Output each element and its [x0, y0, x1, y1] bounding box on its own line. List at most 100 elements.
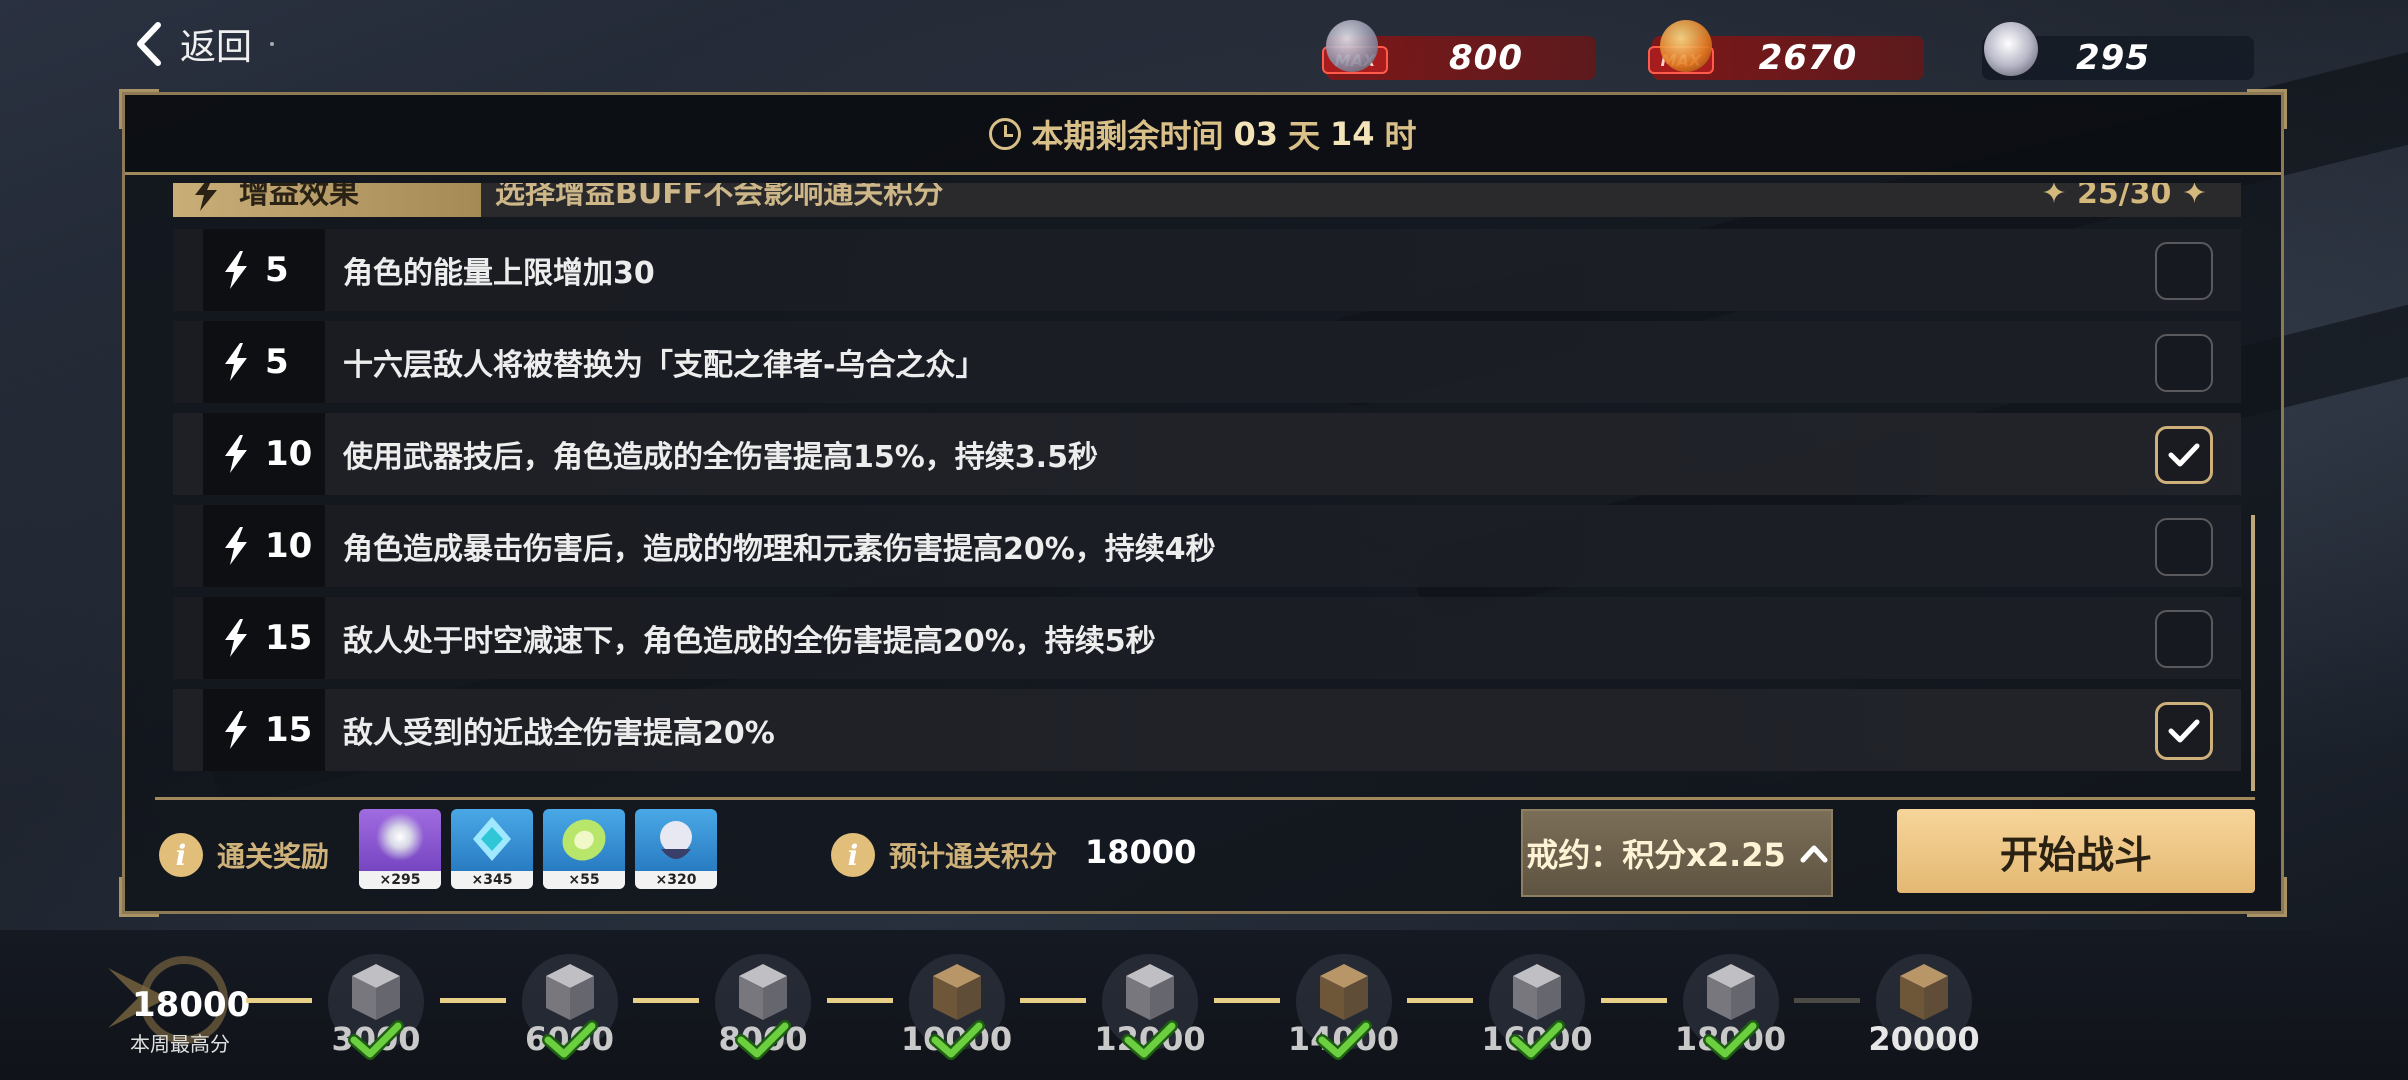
start-battle-button[interactable]: 开始战斗 [1897, 809, 2255, 893]
best-score-value: 18000 [132, 985, 251, 1025]
buff-cost-value: 15 [265, 710, 313, 750]
milestone-reward[interactable]: 10000 [901, 954, 1012, 1060]
chest-icon [1319, 964, 1368, 1020]
buff-row[interactable]: 15 敌人受到的近战全伤害提高20% [173, 689, 2241, 771]
chest-icon [1126, 964, 1174, 1020]
reward-quantity: ×295 [359, 871, 441, 889]
milestone-reward[interactable]: 20000 [1868, 954, 1980, 1058]
buff-row[interactable]: 15 敌人处于时空减速下，角色造成的全伤害提高20%，持续5秒 [173, 597, 2241, 679]
contract-button[interactable]: 戒约：积分x2.25 [1521, 809, 1833, 897]
back-button[interactable]: 返回 [132, 18, 275, 70]
milestone-reward[interactable]: 14000 [1288, 954, 1399, 1060]
currency-value: 2670 [1758, 38, 1858, 78]
buff-section-header: 增益效果 选择增益BUFF不会影响通关积分 ✦ 25/30 ✦ [173, 183, 2241, 217]
green-coin-icon [543, 809, 625, 871]
clock-icon [989, 117, 1022, 150]
blue-crystal-icon [451, 809, 533, 871]
chest-icon [1513, 964, 1561, 1020]
stigmata-icon [1984, 22, 2038, 76]
separator-dot [270, 42, 275, 46]
buff-row[interactable]: 5 十六层敌人将被替换为「支配之律者-乌合之众」 [173, 321, 2241, 403]
buff-cost: 5 [203, 321, 325, 403]
progress-segment [1600, 998, 1667, 1003]
bolt-icon [225, 343, 247, 381]
milestone-reward[interactable]: 18000 [1675, 954, 1786, 1060]
buff-section-title: 增益效果 [239, 183, 359, 211]
gold-coin-icon [1660, 20, 1712, 72]
contract-label: 戒约：积分x2.25 [1526, 836, 1786, 874]
bolt-icon [225, 711, 247, 749]
info-icon[interactable]: i [159, 833, 203, 877]
crystal-icon [1326, 20, 1378, 72]
buff-checkbox-checked[interactable] [2155, 702, 2213, 760]
timer-hours: 14 [1330, 114, 1375, 153]
timer-prefix: 本期剩余时间 [1031, 116, 1224, 155]
chevron-up-icon [1800, 845, 1828, 863]
reward-item[interactable]: ×320 [635, 809, 717, 889]
claimed-check-icon [541, 1020, 598, 1060]
buff-cost: 10 [203, 505, 325, 587]
chest-icon [545, 964, 594, 1020]
buff-cost: 10 [203, 413, 325, 495]
rewards-label: 通关奖励 [217, 840, 330, 873]
buff-cost-value: 5 [265, 250, 289, 290]
chevron-left-icon [137, 22, 161, 66]
buff-checkbox-checked[interactable] [2155, 426, 2213, 484]
progress-segment [1794, 998, 1860, 1003]
timer-days-unit: 天 [1287, 116, 1320, 155]
milestone-reward[interactable]: 6000 [521, 954, 618, 1060]
bolt-icon [225, 619, 247, 657]
progress-segment [633, 998, 699, 1003]
buff-description: 角色造成暴击伤害后，造成的物理和元素伤害提高20%，持续4秒 [343, 532, 1216, 567]
bolt-icon [225, 435, 247, 473]
buff-checkbox[interactable] [2155, 242, 2213, 300]
milestone-reward[interactable]: 3000 [328, 954, 424, 1060]
buff-list: 5 角色的能量上限增加30 5 十六层敌人将被替换为「支配之律者-乌合之众」 1… [173, 229, 2241, 781]
reward-item[interactable]: ×55 [543, 809, 625, 889]
buff-section-tag: 增益效果 [173, 183, 481, 217]
info-icon[interactable]: i [831, 833, 875, 877]
estimate-value: 18000 [1085, 833, 1197, 871]
reward-item[interactable]: ×295 [359, 809, 441, 889]
chest-icon [932, 964, 981, 1020]
divider [155, 797, 2255, 800]
reward-quantity: ×320 [635, 871, 717, 889]
timer-days: 03 [1233, 114, 1278, 153]
claimed-check-icon [1509, 1020, 1565, 1060]
reward-item[interactable]: ×345 [451, 809, 533, 889]
chest-icon [1706, 964, 1755, 1020]
buff-points-count: ✦ 25/30 ✦ [2041, 183, 2207, 209]
claimed-check-icon [1122, 1020, 1178, 1060]
milestone-reward[interactable]: 8000 [715, 954, 811, 1060]
buff-cost: 15 [203, 597, 325, 679]
bolt-icon [195, 183, 217, 211]
milestone-reward[interactable]: 16000 [1481, 954, 1593, 1060]
buff-checkbox[interactable] [2155, 518, 2213, 576]
buff-checkbox[interactable] [2155, 334, 2213, 392]
buff-checkbox[interactable] [2155, 610, 2213, 668]
claimed-check-icon [1702, 1020, 1759, 1060]
buff-row[interactable]: 5 角色的能量上限增加30 [173, 229, 2241, 311]
buff-description: 角色的能量上限增加30 [343, 256, 655, 291]
buff-description: 敌人受到的近战全伤害提高20% [343, 716, 775, 751]
checkmark-icon [2168, 719, 2200, 743]
corner-ornament [119, 877, 159, 917]
buff-section-description: 选择增益BUFF不会影响通关积分 [495, 183, 944, 211]
valkyrie-fragment-icon [635, 809, 717, 871]
buff-description: 敌人处于时空减速下，角色造成的全伤害提高20%，持续5秒 [343, 624, 1156, 659]
stigmata-icon [359, 809, 441, 871]
buff-cost: 15 [203, 689, 325, 771]
buff-points-value: 25/30 [2076, 183, 2172, 211]
buff-cost: 5 [203, 229, 325, 311]
buff-row[interactable]: 10 使用武器技后，角色造成的全伤害提高15%，持续3.5秒 [173, 413, 2241, 495]
scrollbar[interactable] [2251, 515, 2255, 791]
chest-icon [1900, 964, 1948, 1020]
checkmark-icon [2168, 443, 2200, 467]
milestone-reward[interactable]: 12000 [1094, 954, 1206, 1060]
buff-row[interactable]: 10 角色造成暴击伤害后，造成的物理和元素伤害提高20%，持续4秒 [173, 505, 2241, 587]
claimed-check-icon [1315, 1020, 1372, 1060]
progress-segment [826, 998, 893, 1003]
buff-panel: 本期剩余时间 03 天 14 时 增益效果 选择增益BUFF不会影响通关积分 ✦… [119, 89, 2287, 917]
progress-segment [1407, 998, 1473, 1003]
chest-icon [352, 964, 400, 1020]
